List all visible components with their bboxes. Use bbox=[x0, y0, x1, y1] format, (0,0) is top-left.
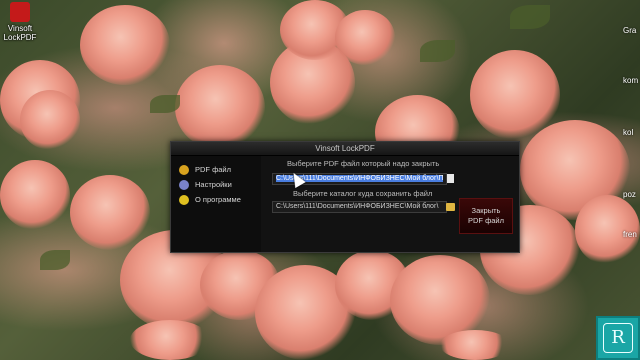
desktop-icon-label: Vinsoft LockPDF bbox=[3, 24, 37, 42]
window-title: Vinsoft LockPDF bbox=[171, 142, 519, 156]
info-icon bbox=[179, 194, 189, 205]
sidebar-item-label: PDF файл bbox=[195, 165, 231, 174]
rose-image bbox=[440, 330, 510, 360]
lock-button-line-1: Закрыть bbox=[471, 206, 501, 215]
lockpdf-app-icon bbox=[10, 2, 30, 22]
sidebar-item-pdf-file[interactable]: PDF файл bbox=[171, 162, 261, 177]
sidebar-item-about[interactable]: О программе bbox=[171, 192, 261, 207]
lockpdf-window: Vinsoft LockPDF PDF файл Настройки О про… bbox=[170, 141, 520, 253]
rose-image bbox=[175, 65, 265, 150]
desktop-icon-lockpdf[interactable]: Vinsoft LockPDF bbox=[0, 2, 40, 42]
rose-image bbox=[130, 320, 210, 360]
desktop-label-partial[interactable]: poz bbox=[623, 190, 636, 199]
rose-image bbox=[70, 175, 150, 250]
sidebar-item-label: О программе bbox=[195, 195, 241, 204]
desktop-label-partial[interactable]: kol bbox=[623, 128, 633, 137]
lock-button-line-2: PDF файл bbox=[468, 216, 504, 225]
target-folder-field[interactable]: C:\Users\111\Documents\ИНФОБИЗНЕС\Мой бл… bbox=[272, 201, 447, 213]
pdf-file-icon bbox=[179, 164, 189, 175]
browse-file-icon[interactable] bbox=[447, 174, 454, 183]
rose-image bbox=[80, 5, 170, 85]
browse-folder-icon[interactable] bbox=[446, 203, 455, 211]
main-panel: Выберите PDF файл который надо закрыть C… bbox=[265, 156, 519, 252]
leaf-image bbox=[40, 250, 70, 270]
leaf-image bbox=[420, 40, 455, 62]
settings-icon bbox=[179, 179, 189, 190]
leaf-image bbox=[150, 95, 180, 113]
sidebar: PDF файл Настройки О программе bbox=[171, 156, 261, 252]
rose-image bbox=[20, 90, 80, 150]
rose-image bbox=[0, 160, 70, 230]
watermark-logo: R bbox=[596, 316, 640, 360]
rose-image bbox=[335, 10, 395, 65]
source-file-label: Выберите PDF файл который надо закрыть bbox=[287, 159, 440, 168]
desktop-label-partial[interactable]: kom bbox=[623, 76, 638, 85]
lock-pdf-button[interactable]: Закрыть PDF файл bbox=[459, 198, 513, 234]
sidebar-item-settings[interactable]: Настройки bbox=[171, 177, 261, 192]
target-folder-label: Выберите каталог куда сохранить файл bbox=[293, 189, 433, 198]
desktop-label-partial[interactable]: Gra bbox=[623, 26, 636, 35]
sidebar-item-label: Настройки bbox=[195, 180, 232, 189]
leaf-image bbox=[510, 5, 550, 29]
watermark-letter: R bbox=[603, 323, 633, 353]
desktop-label-partial[interactable]: fren bbox=[623, 230, 637, 239]
